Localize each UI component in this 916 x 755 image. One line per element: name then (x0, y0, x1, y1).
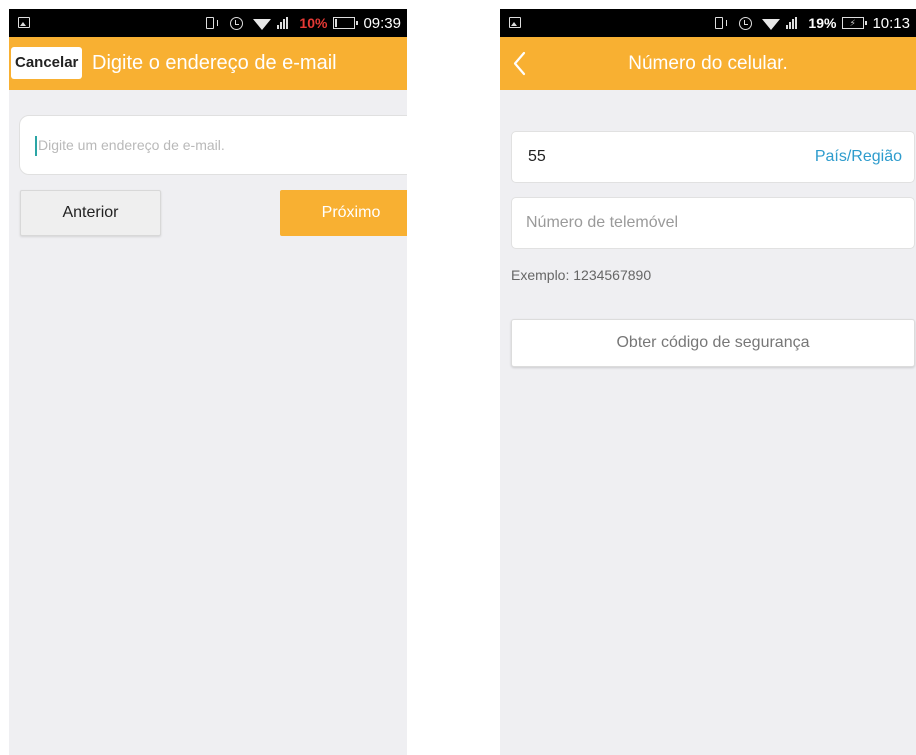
status-icons: 19% ⚡ 10:13 (715, 9, 910, 37)
battery-level-fill (335, 19, 338, 27)
phone-number-placeholder: Número de telemóvel (526, 214, 679, 231)
back-button[interactable] (508, 37, 538, 90)
cancel-button[interactable]: Cancelar (11, 47, 83, 79)
country-code-row: 55 País/Região (511, 131, 915, 183)
status-bar: 10% 09:39 (9, 9, 407, 37)
battery-icon (333, 17, 359, 29)
country-code: 55 (528, 148, 546, 165)
next-button[interactable]: Próximo (280, 190, 407, 236)
clock: 09:39 (363, 14, 401, 32)
app-bar: Cancelar Digite o endereço de e-mail (9, 37, 407, 90)
wifi-icon (762, 18, 781, 30)
phone-number-screen: 19% ⚡ 10:13 Número do celular. 55 País/R… (500, 9, 916, 755)
phone-number-field[interactable]: Número de telemóvel (511, 197, 915, 249)
battery-percentage: 10% (299, 15, 328, 31)
battery-charging-icon: ⚡ (842, 17, 868, 29)
alarm-icon (230, 16, 244, 30)
previous-button[interactable]: Anterior (20, 190, 161, 236)
signal-icon (786, 17, 798, 29)
wifi-icon (253, 18, 272, 30)
email-screen: 10% 09:39 Cancelar Digite o endereço de … (9, 9, 407, 755)
example-hint: Exemplo: 1234567890 (511, 267, 652, 283)
email-field[interactable]: Digite um endereço de e-mail. (19, 115, 407, 175)
alarm-icon (739, 16, 753, 30)
text-cursor (35, 136, 37, 156)
image-notification-icon (509, 17, 521, 28)
page-title: Digite o endereço de e-mail (92, 52, 337, 74)
signal-icon (277, 17, 289, 29)
chevron-left-icon (513, 51, 526, 76)
battery-percentage: 19% (808, 15, 837, 31)
clock: 10:13 (872, 14, 910, 32)
image-notification-icon (18, 17, 30, 28)
country-region-link[interactable]: País/Região (815, 132, 902, 182)
status-icons: 10% 09:39 (206, 9, 401, 37)
app-bar: Número do celular. (500, 37, 916, 90)
vibrate-icon (715, 17, 728, 29)
email-placeholder: Digite um endereço de e-mail. (38, 137, 225, 153)
page-title: Número do celular. (628, 53, 788, 74)
status-bar: 19% ⚡ 10:13 (500, 9, 916, 37)
vibrate-icon (206, 17, 219, 29)
charging-bolt-icon: ⚡ (849, 18, 856, 28)
get-security-code-button[interactable]: Obter código de segurança (511, 319, 915, 367)
